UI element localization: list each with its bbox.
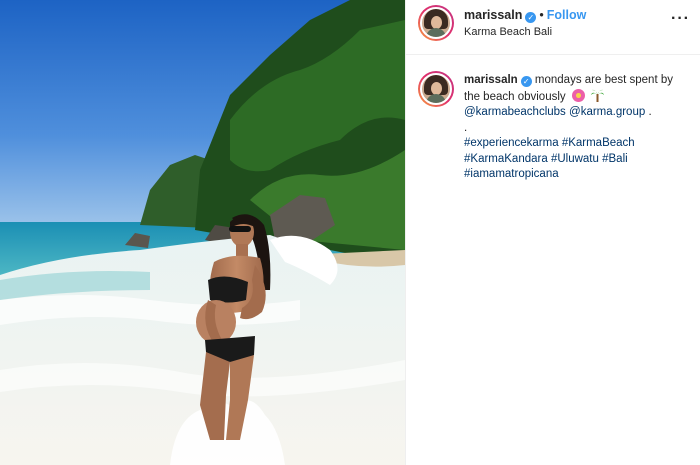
hibiscus-emoji: [571, 88, 585, 102]
hashtag-link[interactable]: #iamamatropicana: [464, 168, 559, 180]
avatar[interactable]: [418, 5, 454, 41]
post-photo[interactable]: [0, 0, 405, 465]
caption-text: marissaln ✓ mondays are best spent by the…: [464, 73, 689, 183]
hashtag-link[interactable]: #Uluwatu: [551, 153, 599, 165]
post-details-panel: marissaln ✓ • Follow Karma Beach Bali ··· m…: [405, 0, 700, 465]
separator: .: [464, 121, 468, 134]
palm-tree-emoji: [591, 89, 605, 102]
header-user-line: marissaln ✓ • Follow: [464, 8, 586, 23]
caption-comment: marissaln ✓ mondays are best spent by the…: [406, 55, 700, 183]
follow-button[interactable]: Follow: [547, 8, 587, 22]
caption-username-link[interactable]: marissaln: [464, 74, 518, 86]
hashtag-link[interactable]: #KarmaBeach: [562, 137, 635, 149]
hashtag-link[interactable]: #experiencekarma: [464, 137, 559, 149]
more-options-icon[interactable]: ···: [671, 10, 690, 28]
separator: .: [648, 106, 652, 118]
caption-avatar[interactable]: [418, 71, 454, 107]
mention-link[interactable]: @karmabeachclubs: [464, 106, 566, 118]
hashtag-link[interactable]: #KarmaKandara: [464, 153, 548, 165]
mention-link[interactable]: @karma.group: [569, 106, 645, 118]
beach-photo: [0, 0, 405, 465]
post-header: marissaln ✓ • Follow Karma Beach Bali ···: [406, 0, 700, 55]
separator-dot: •: [539, 8, 544, 22]
verified-badge-icon: ✓: [525, 12, 537, 23]
verified-badge-icon: ✓: [520, 76, 532, 87]
username-link[interactable]: marissaln: [464, 8, 522, 22]
hashtag-link[interactable]: #Bali: [602, 153, 628, 165]
location-link[interactable]: Karma Beach Bali: [464, 26, 552, 38]
